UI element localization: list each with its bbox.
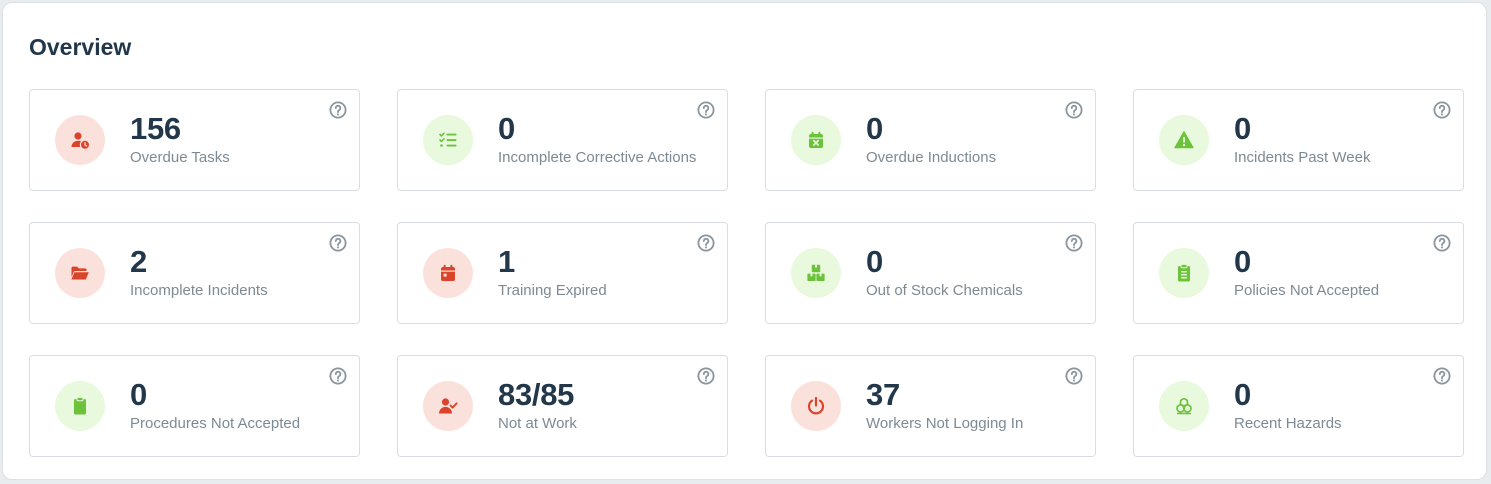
- stat-icon-badge: [55, 381, 105, 431]
- stat-card-overdue-inductions[interactable]: 0 Overdue Inductions: [765, 89, 1096, 191]
- stat-card-incomplete-corrective-actions[interactable]: 0 Incomplete Corrective Actions: [397, 89, 728, 191]
- stat-card-policies-not-accepted[interactable]: 0 Policies Not Accepted: [1133, 222, 1464, 324]
- help-icon[interactable]: [329, 234, 347, 252]
- stat-icon-badge: [1159, 381, 1209, 431]
- stat-icon-badge: [55, 248, 105, 298]
- help-icon[interactable]: [697, 234, 715, 252]
- stat-value: 156: [130, 111, 181, 146]
- help-icon[interactable]: [1433, 101, 1451, 119]
- stat-value: 0: [1234, 377, 1251, 412]
- stat-label: Incomplete Incidents: [130, 282, 268, 299]
- stat-icon-badge: [1159, 248, 1209, 298]
- stat-icon-badge: [791, 248, 841, 298]
- stat-label: Workers Not Logging In: [866, 415, 1024, 432]
- stat-grid: 156 Overdue Tasks 0 Incomplete Correctiv…: [29, 89, 1464, 457]
- stat-value: 0: [1234, 111, 1251, 146]
- stat-icon-badge: [423, 115, 473, 165]
- stat-value: 83/85: [498, 377, 575, 412]
- help-icon[interactable]: [697, 367, 715, 385]
- help-icon[interactable]: [1433, 234, 1451, 252]
- power-icon: [807, 396, 825, 415]
- stat-label: Overdue Inductions: [866, 149, 997, 166]
- stat-label: Training Expired: [498, 282, 607, 299]
- stat-label: Not at Work: [498, 415, 577, 432]
- stat-card-out-of-stock-chemicals[interactable]: 0 Out of Stock Chemicals: [765, 222, 1096, 324]
- help-icon[interactable]: [1065, 101, 1083, 119]
- panel-title: Overview: [29, 34, 132, 60]
- help-icon[interactable]: [329, 101, 347, 119]
- help-icon[interactable]: [1065, 367, 1083, 385]
- stat-card-incomplete-incidents[interactable]: 2 Incomplete Incidents: [29, 222, 360, 324]
- overview-panel: Overview 156 Overdue Tasks 0 Incomplete …: [2, 2, 1487, 480]
- stat-label: Incidents Past Week: [1234, 149, 1371, 166]
- stat-label: Recent Hazards: [1234, 415, 1342, 432]
- stat-value: 1: [498, 244, 515, 279]
- stat-icon-badge: [791, 381, 841, 431]
- stat-card-workers-not-logging-in[interactable]: 37 Workers Not Logging In: [765, 355, 1096, 457]
- folder-open-icon: [71, 266, 89, 280]
- user-clock-icon: [71, 132, 89, 149]
- stat-value: 0: [130, 377, 147, 412]
- biohazard-icon: [1176, 397, 1192, 415]
- help-icon[interactable]: [329, 367, 347, 385]
- boxes-icon: [807, 264, 825, 281]
- stat-value: 0: [498, 111, 515, 146]
- stat-label: Incomplete Corrective Actions: [498, 149, 697, 166]
- stat-icon-badge: [1159, 115, 1209, 165]
- stat-value: 37: [866, 377, 900, 412]
- user-check-icon: [439, 398, 458, 414]
- calendar-x-icon: [809, 131, 823, 148]
- clipboard-list-icon: [1178, 263, 1190, 282]
- stat-card-training-expired[interactable]: 1 Training Expired: [397, 222, 728, 324]
- stat-label: Procedures Not Accepted: [130, 415, 301, 432]
- stat-value: 2: [130, 244, 147, 279]
- stat-label: Policies Not Accepted: [1234, 282, 1380, 299]
- stat-card-incidents-past-week[interactable]: 0 Incidents Past Week: [1133, 89, 1464, 191]
- warning-icon: [1174, 131, 1194, 149]
- stat-card-procedures-not-accepted[interactable]: 0 Procedures Not Accepted: [29, 355, 360, 457]
- clipboard-icon: [74, 396, 86, 415]
- stat-label: Out of Stock Chemicals: [866, 282, 1023, 299]
- stat-value: 0: [866, 244, 883, 279]
- stat-card-not-at-work[interactable]: 83/85 Not at Work: [397, 355, 728, 457]
- checklist-icon: [439, 132, 457, 147]
- stat-value: 0: [866, 111, 883, 146]
- stat-icon-badge: [791, 115, 841, 165]
- stat-card-recent-hazards[interactable]: 0 Recent Hazards: [1133, 355, 1464, 457]
- stat-icon-badge: [423, 248, 473, 298]
- help-icon[interactable]: [1433, 367, 1451, 385]
- calendar-icon: [441, 264, 455, 281]
- stat-label: Overdue Tasks: [130, 149, 230, 166]
- stat-value: 0: [1234, 244, 1251, 279]
- help-icon[interactable]: [1065, 234, 1083, 252]
- stat-card-overdue-tasks[interactable]: 156 Overdue Tasks: [29, 89, 360, 191]
- stat-icon-badge: [55, 115, 105, 165]
- stat-icon-badge: [423, 381, 473, 431]
- help-icon[interactable]: [697, 101, 715, 119]
